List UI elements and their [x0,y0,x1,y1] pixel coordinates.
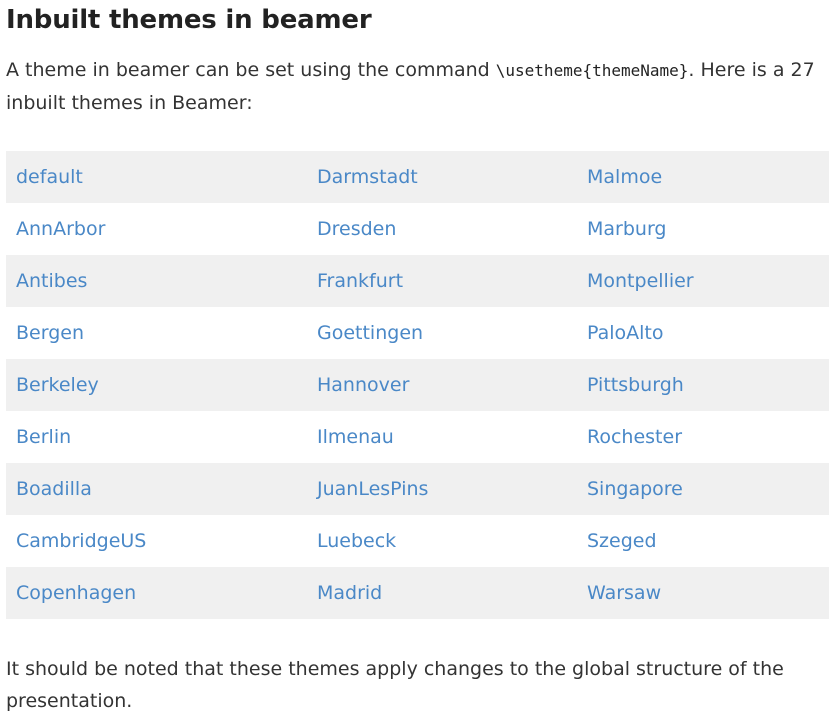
theme-cell: PaloAlto [577,307,829,359]
theme-cell: Luebeck [307,515,577,567]
theme-link[interactable]: Frankfurt [317,270,403,292]
theme-cell: Antibes [6,255,307,307]
theme-link[interactable]: JuanLesPins [317,478,428,500]
theme-link[interactable]: default [16,166,83,188]
theme-cell: Goettingen [307,307,577,359]
theme-cell: Malmoe [577,151,829,203]
theme-cell: Pittsburgh [577,359,829,411]
table-row: Boadilla JuanLesPins Singapore [6,463,829,515]
theme-link[interactable]: Marburg [587,218,667,240]
theme-cell: Frankfurt [307,255,577,307]
intro-text-before: A theme in beamer can be set using the c… [6,59,496,81]
theme-link[interactable]: Warsaw [587,582,661,604]
article-section: Inbuilt themes in beamer A theme in beam… [0,0,836,720]
theme-link[interactable]: Malmoe [587,166,662,188]
theme-link[interactable]: Dresden [317,218,396,240]
table-row: AnnArbor Dresden Marburg [6,203,829,255]
theme-cell: CambridgeUS [6,515,307,567]
theme-link[interactable]: Luebeck [317,530,396,552]
theme-cell: Madrid [307,567,577,619]
theme-link[interactable]: Berlin [16,426,71,448]
section-heading: Inbuilt themes in beamer [6,5,372,35]
table-row: default Darmstadt Malmoe [6,151,829,203]
theme-cell: AnnArbor [6,203,307,255]
theme-link[interactable]: Berkeley [16,374,99,396]
themes-table: default Darmstadt Malmoe AnnArbor Dresde… [6,151,829,619]
intro-paragraph: A theme in beamer can be set using the c… [6,54,829,119]
theme-link[interactable]: Rochester [587,426,682,448]
theme-link[interactable]: Singapore [587,478,683,500]
theme-cell: Bergen [6,307,307,359]
theme-link[interactable]: Montpellier [587,270,694,292]
table-row: Berlin Ilmenau Rochester [6,411,829,463]
theme-cell: Boadilla [6,463,307,515]
theme-cell: Montpellier [577,255,829,307]
usetheme-command: \usetheme{themeName} [495,61,689,80]
theme-link[interactable]: Antibes [16,270,87,292]
table-row: CambridgeUS Luebeck Szeged [6,515,829,567]
theme-link[interactable]: PaloAlto [587,322,664,344]
table-row: Berkeley Hannover Pittsburgh [6,359,829,411]
theme-cell: Ilmenau [307,411,577,463]
theme-cell: JuanLesPins [307,463,577,515]
theme-cell: Dresden [307,203,577,255]
theme-link[interactable]: Boadilla [16,478,92,500]
themes-table-body: default Darmstadt Malmoe AnnArbor Dresde… [6,151,829,619]
theme-cell: Berlin [6,411,307,463]
theme-link[interactable]: AnnArbor [16,218,105,240]
theme-cell: Copenhagen [6,567,307,619]
theme-cell: Singapore [577,463,829,515]
note-paragraph: It should be noted that these themes app… [6,658,784,712]
table-row: Copenhagen Madrid Warsaw [6,567,829,619]
theme-cell: Hannover [307,359,577,411]
theme-link[interactable]: Hannover [317,374,409,396]
theme-cell: Warsaw [577,567,829,619]
theme-link[interactable]: Darmstadt [317,166,418,188]
theme-cell: default [6,151,307,203]
theme-link[interactable]: Goettingen [317,322,423,344]
theme-link[interactable]: Copenhagen [16,582,136,604]
theme-link[interactable]: Pittsburgh [587,374,684,396]
theme-link[interactable]: Bergen [16,322,84,344]
theme-link[interactable]: CambridgeUS [16,530,146,552]
theme-link[interactable]: Szeged [587,530,657,552]
table-row: Antibes Frankfurt Montpellier [6,255,829,307]
theme-link[interactable]: Madrid [317,582,382,604]
theme-cell: Rochester [577,411,829,463]
theme-cell: Szeged [577,515,829,567]
theme-cell: Darmstadt [307,151,577,203]
theme-link[interactable]: Ilmenau [317,426,394,448]
theme-cell: Berkeley [6,359,307,411]
table-row: Bergen Goettingen PaloAlto [6,307,829,359]
theme-cell: Marburg [577,203,829,255]
